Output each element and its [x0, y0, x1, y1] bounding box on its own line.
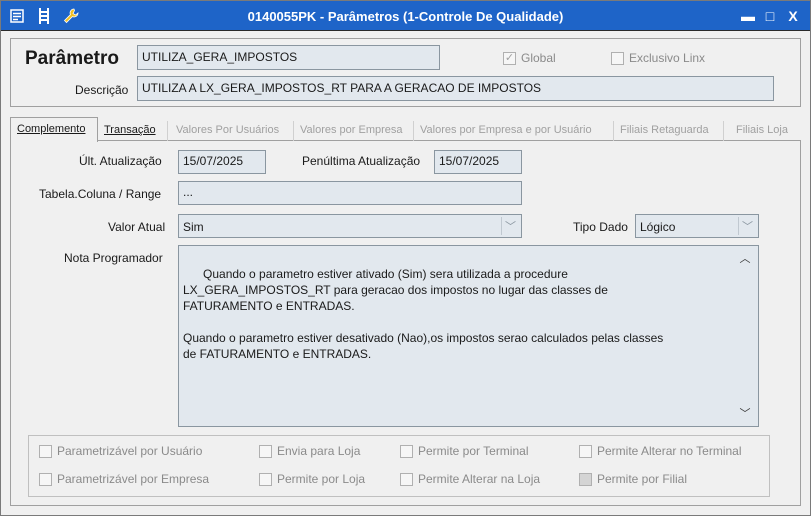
parametrizavel-por-empresa-checkbox[interactable]: Parametrizável por Empresa — [39, 472, 209, 486]
scroll-up-icon[interactable]: ︿ — [739, 250, 751, 265]
tab-bar: Complemento Transação Valores Por Usuári… — [10, 117, 801, 142]
complemento-panel: Últ. Atualização 15/07/2025 Penúltima At… — [10, 141, 801, 506]
checkmark-icon: ✓ — [503, 51, 516, 65]
nota-programador-label: Nota Programador — [64, 251, 163, 265]
maximize-button[interactable]: □ — [759, 6, 781, 26]
option-label: Parametrizável por Empresa — [57, 472, 210, 486]
scroll-down-icon[interactable]: ﹀ — [739, 405, 751, 420]
exclusivo-linx-checkbox[interactable]: Exclusivo Linx — [611, 51, 705, 65]
checkbox-box — [611, 51, 624, 65]
nota-programador-text: Quando o parametro estiver ativado (Sim)… — [183, 267, 664, 361]
permite-alterar-na-loja-checkbox[interactable]: Permite Alterar na Loja — [400, 472, 540, 486]
tipo-dado-label: Tipo Dado — [573, 220, 628, 234]
valor-atual-select[interactable]: Sim ﹀ — [178, 214, 522, 238]
penultima-atualizacao-label: Penúltima Atualização — [302, 154, 421, 168]
checkbox-box — [400, 472, 413, 486]
checkbox-box — [579, 444, 592, 458]
parametro-field[interactable]: UTILIZA_GERA_IMPOSTOS — [137, 45, 440, 70]
checkbox-box — [39, 444, 52, 458]
permite-por-terminal-checkbox[interactable]: Permite por Terminal — [400, 444, 528, 458]
global-label: Global — [521, 51, 556, 65]
option-label: Permite por Terminal — [418, 444, 529, 458]
permite-por-loja-checkbox[interactable]: Permite por Loja — [259, 472, 365, 486]
tab-complemento[interactable]: Complemento — [10, 117, 98, 142]
permite-alterar-no-terminal-checkbox[interactable]: Permite Alterar no Terminal — [579, 444, 742, 458]
minimize-button[interactable]: ▬ — [737, 6, 759, 26]
tab-filiais-retaguarda[interactable]: Filiais Retaguarda — [614, 121, 724, 141]
option-label: Permite Alterar no Terminal — [597, 444, 742, 458]
tipo-dado-value: Lógico — [640, 220, 676, 234]
valor-atual-value: Sim — [183, 220, 204, 234]
tab-valores-por-empresa-e-usuario[interactable]: Valores por Empresa e por Usuário — [414, 121, 614, 141]
descricao-label: Descrição — [75, 83, 129, 97]
tipo-dado-select[interactable]: Lógico ﹀ — [635, 214, 759, 238]
parametro-label: Parâmetro — [25, 48, 119, 69]
option-label: Permite por Filial — [597, 472, 688, 486]
option-label: Parametrizável por Usuário — [57, 444, 203, 458]
ult-atualizacao-field[interactable]: 15/07/2025 — [178, 150, 266, 174]
penultima-atualizacao-field[interactable]: 15/07/2025 — [434, 150, 522, 174]
nota-programador-memo[interactable]: Quando o parametro estiver ativado (Sim)… — [178, 245, 759, 427]
tab-label: Transação — [104, 124, 156, 136]
option-label: Permite por Loja — [277, 472, 366, 486]
option-label: Envia para Loja — [277, 444, 361, 458]
title-bar: 0140055PK - Parâmetros (1-Controle De Qu… — [1, 1, 810, 31]
options-group: Parametrizável por Usuário Envia para Lo… — [28, 435, 770, 497]
parameter-header: Parâmetro UTILIZA_GERA_IMPOSTOS ✓ Global… — [10, 38, 801, 107]
tab-filiais-loja[interactable]: Filiais Loja — [730, 121, 800, 141]
tab-valores-por-empresa[interactable]: Valores por Empresa — [294, 121, 414, 141]
tab-transacao[interactable]: Transação — [98, 121, 168, 141]
tab-label: Complemento — [17, 123, 86, 135]
parameters-window: 0140055PK - Parâmetros (1-Controle De Qu… — [0, 0, 811, 516]
chevron-down-icon[interactable]: ﹀ — [501, 217, 519, 235]
checkbox-box — [39, 472, 52, 486]
tabela-coluna-label: Tabela.Coluna / Range — [39, 187, 162, 201]
valor-atual-label: Valor Atual — [108, 220, 166, 234]
checkbox-box — [579, 472, 592, 486]
option-label: Permite Alterar na Loja — [418, 472, 541, 486]
window-title: 0140055PK - Parâmetros (1-Controle De Qu… — [247, 9, 564, 24]
checkbox-box — [400, 444, 413, 458]
global-checkbox[interactable]: ✓ Global — [503, 51, 556, 65]
envia-para-loja-checkbox[interactable]: Envia para Loja — [259, 444, 360, 458]
checkbox-box — [259, 444, 272, 458]
ult-atualizacao-label: Últ. Atualização — [79, 154, 162, 168]
chevron-down-icon[interactable]: ﹀ — [738, 217, 756, 235]
parametrizavel-por-usuario-checkbox[interactable]: Parametrizável por Usuário — [39, 444, 202, 458]
close-button[interactable]: X — [782, 6, 804, 26]
tabela-coluna-field[interactable]: ... — [178, 181, 522, 205]
checkbox-box — [259, 472, 272, 486]
descricao-field[interactable]: UTILIZA A LX_GERA_IMPOSTOS_RT PARA A GER… — [137, 76, 774, 101]
permite-por-filial-checkbox[interactable]: Permite por Filial — [579, 472, 687, 486]
exclusivo-linx-label: Exclusivo Linx — [629, 51, 706, 65]
tab-valores-por-usuarios[interactable]: Valores Por Usuários — [170, 121, 294, 141]
